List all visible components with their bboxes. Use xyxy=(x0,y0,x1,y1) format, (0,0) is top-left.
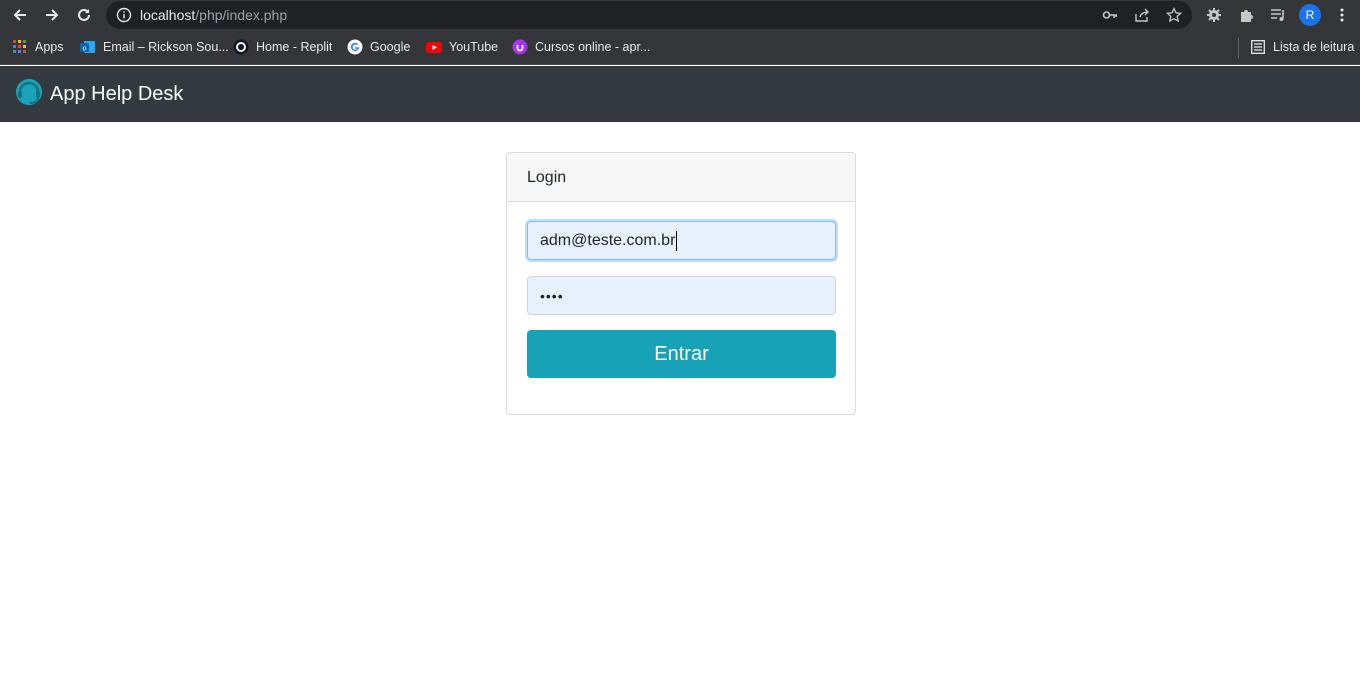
reading-list-button[interactable]: Lista de leitura xyxy=(1250,38,1354,56)
gear-extension-icon[interactable] xyxy=(1204,5,1224,25)
udemy-icon xyxy=(512,39,528,55)
youtube-icon xyxy=(426,39,442,55)
bookmark-label: Email – Rickson Sou... xyxy=(103,40,229,54)
reload-icon[interactable] xyxy=(72,3,96,27)
back-arrow-icon[interactable] xyxy=(8,3,32,27)
navbar-brand[interactable]: App Help Desk xyxy=(14,78,183,110)
share-icon[interactable] xyxy=(1132,5,1152,25)
email-value: adm@teste.com.br xyxy=(540,231,676,249)
bookmark-replit[interactable]: Home - Replit xyxy=(233,38,332,56)
brand-title: App Help Desk xyxy=(50,82,184,105)
bookmark-label: YouTube xyxy=(449,40,499,54)
forward-arrow-icon[interactable] xyxy=(40,3,64,27)
bookmarks-divider xyxy=(1238,38,1239,58)
replit-icon xyxy=(233,39,249,55)
login-card-header: Login xyxy=(507,153,855,202)
outlook-icon: o xyxy=(80,39,96,55)
bookmark-label: Home - Replit xyxy=(256,40,333,54)
google-icon xyxy=(347,39,363,55)
media-queue-icon[interactable] xyxy=(1268,5,1288,25)
address-bar[interactable]: localhost/php/index.php xyxy=(106,1,1192,29)
bookmark-label: Google xyxy=(370,40,411,54)
password-field[interactable]: •••• xyxy=(527,276,836,315)
bookmarks-bar: Apps o Email – Rickson Sou... Home - Rep… xyxy=(0,30,1360,65)
bookmark-label: Apps xyxy=(35,40,64,54)
email-field[interactable]: adm@teste.com.br xyxy=(527,221,836,260)
headset-logo-icon xyxy=(14,77,44,112)
entrar-button[interactable]: Entrar xyxy=(527,330,836,378)
url-text: localhost/php/index.php xyxy=(140,7,288,23)
site-info-icon[interactable] xyxy=(116,7,132,28)
bookmark-star-icon[interactable] xyxy=(1164,5,1184,25)
puzzle-extensions-icon[interactable] xyxy=(1236,5,1256,25)
key-icon[interactable] xyxy=(1100,5,1120,25)
reading-list-icon xyxy=(1250,39,1266,55)
browser-toolbar: localhost/php/index.php R xyxy=(0,0,1360,30)
password-value: •••• xyxy=(540,287,564,304)
text-caret xyxy=(676,230,678,251)
kebab-menu-icon[interactable] xyxy=(1332,5,1352,25)
bookmark-youtube[interactable]: YouTube xyxy=(426,38,498,56)
apps-grid-icon xyxy=(12,39,28,55)
bookmark-udemy[interactable]: Cursos online - apr... xyxy=(512,38,650,56)
profile-avatar[interactable]: R xyxy=(1299,4,1321,26)
bookmark-email[interactable]: o Email – Rickson Sou... xyxy=(80,38,229,56)
bookmark-label: Cursos online - apr... xyxy=(535,40,651,54)
app-navbar: App Help Desk xyxy=(0,66,1360,122)
bookmark-apps[interactable]: Apps xyxy=(12,38,64,56)
reading-list-label: Lista de leitura xyxy=(1273,40,1355,54)
svg-text:o: o xyxy=(83,46,87,53)
bookmark-google[interactable]: Google xyxy=(347,38,410,56)
login-card: Login adm@teste.com.br •••• Entrar xyxy=(506,152,856,415)
